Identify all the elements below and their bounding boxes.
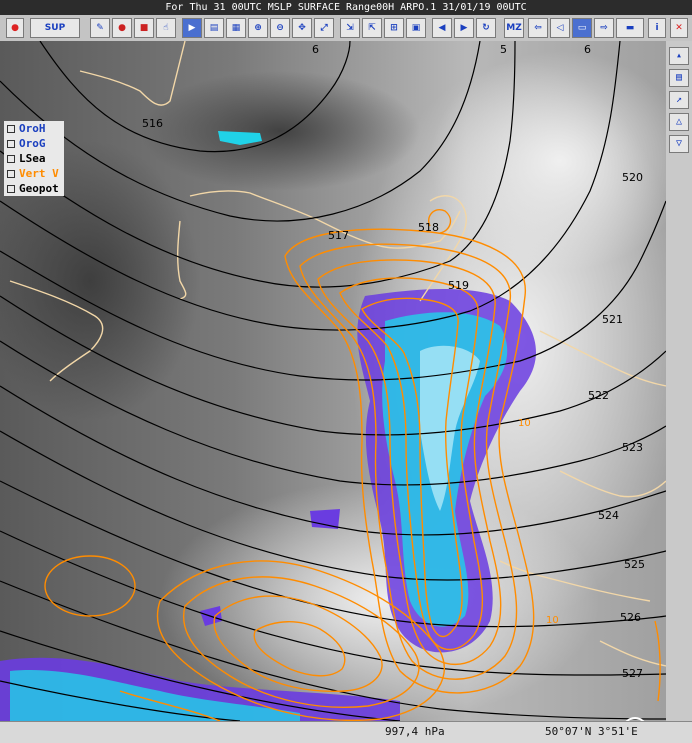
panel-triangle-down-icon[interactable]: ▽ — [669, 135, 689, 153]
clear-sky-area — [140, 71, 420, 191]
window-icon[interactable]: ▣ — [406, 18, 426, 38]
legend-item-vertv[interactable]: Vert V — [4, 166, 64, 181]
legend-label: Geopot — [19, 182, 59, 195]
layer-legend: OroH OroG LSea Vert V Geopot — [4, 121, 64, 196]
checkbox-icon[interactable] — [7, 140, 15, 148]
battery-icon[interactable]: ▬ — [616, 18, 644, 38]
right-toolbar: ▴ ▤ ↗ △ ▽ — [666, 41, 692, 721]
contour-label: 517 — [328, 229, 349, 242]
mz-button-label: MZ — [506, 23, 522, 33]
surface-button-label: SUP — [44, 23, 66, 33]
legend-label: Vert V — [19, 167, 59, 180]
mz-button[interactable]: MZ — [504, 18, 524, 38]
grid-icon[interactable]: ▦ — [226, 18, 246, 38]
layers-icon[interactable]: ▤ — [204, 18, 224, 38]
info-icon[interactable]: i — [648, 18, 666, 38]
map-canvas: 516 517 518 519 520 521 522 523 524 525 … — [0, 41, 666, 721]
expand-icon[interactable]: ⇲ — [340, 18, 360, 38]
loop-icon[interactable]: ↻ — [476, 18, 496, 38]
pan-icon[interactable]: ✥ — [292, 18, 312, 38]
precip-patch — [310, 509, 340, 529]
play-icon[interactable]: ▶ — [182, 18, 202, 38]
stop-icon[interactable]: ■ — [134, 18, 154, 38]
contract-icon[interactable]: ⇱ — [362, 18, 382, 38]
pressure-readout: 997,4 hPa — [385, 725, 445, 738]
contour-label: 522 — [588, 389, 609, 402]
legend-item-lsea[interactable]: LSea — [4, 151, 64, 166]
contour-label: 521 — [602, 313, 623, 326]
weather-map[interactable]: 516 517 518 519 520 521 522 523 524 525 … — [0, 41, 666, 721]
contour-label: 518 — [418, 221, 439, 234]
status-bar: 997,4 hPa 50°07'N 3°51'E — [0, 721, 692, 743]
checkbox-icon[interactable] — [7, 155, 15, 163]
vv-label: 10 — [546, 615, 559, 626]
close-icon[interactable]: ● — [6, 18, 24, 38]
legend-label: LSea — [19, 152, 46, 165]
contour-label: 519 — [448, 279, 469, 292]
surface-button[interactable]: SUP — [30, 18, 80, 38]
record-icon[interactable]: ● — [112, 18, 132, 38]
quit-icon[interactable]: ✕ — [670, 18, 688, 38]
zoom-in-icon[interactable]: ⊕ — [248, 18, 268, 38]
contour-label: 527 — [622, 667, 643, 680]
legend-item-oroh[interactable]: OroH — [4, 121, 64, 136]
pointer-icon[interactable]: ☝ — [156, 18, 176, 38]
window-title: For Thu 31 00UTC MSLP SURFACE Range00H A… — [0, 0, 692, 15]
legend-item-orog[interactable]: OroG — [4, 136, 64, 151]
vv-label: 10 — [518, 418, 531, 429]
app-window: For Thu 31 00UTC MSLP SURFACE Range00H A… — [0, 0, 692, 743]
edit-icon[interactable]: ✎ — [90, 18, 110, 38]
display-icon[interactable]: ▭ — [572, 18, 592, 38]
contour-label: 520 — [622, 171, 643, 184]
contour-label: 525 — [624, 558, 645, 571]
contour-label: 6 — [312, 43, 319, 56]
toolbar: ● SUP ✎ ● ■ ☝ ▶ ▤ ▦ ⊕ ⊖ ✥ ⤢ ⇲ ⇱ ⊞ ▣ ◀ ▶ … — [0, 15, 692, 41]
contour-label: 516 — [142, 117, 163, 130]
contour-label: 524 — [598, 509, 619, 522]
rewind-icon[interactable]: ◀ — [432, 18, 452, 38]
coordinate-readout: 50°07'N 3°51'E — [545, 725, 638, 738]
contour-label: 523 — [622, 441, 643, 454]
checkbox-icon[interactable] — [7, 125, 15, 133]
forward-icon[interactable]: ▶ — [454, 18, 474, 38]
checkbox-icon[interactable] — [7, 170, 15, 178]
legend-item-geopot[interactable]: Geopot — [4, 181, 64, 196]
fit-icon[interactable]: ⤢ — [314, 18, 334, 38]
panel-arrow-icon[interactable]: ↗ — [669, 91, 689, 109]
legend-label: OroG — [19, 137, 46, 150]
panel-layers-icon[interactable]: ▤ — [669, 69, 689, 87]
arrow-left-icon[interactable]: ⇦ — [528, 18, 548, 38]
contour-label: 5 — [500, 43, 507, 56]
panel-up-icon[interactable]: ▴ — [669, 47, 689, 65]
contour-label: 526 — [620, 611, 641, 624]
zoom-out-icon[interactable]: ⊖ — [270, 18, 290, 38]
arrow-right-icon[interactable]: ⇨ — [594, 18, 614, 38]
speaker-icon[interactable]: ◁ — [550, 18, 570, 38]
panel-triangle-up-icon[interactable]: △ — [669, 113, 689, 131]
contour-label: 6 — [584, 43, 591, 56]
checkbox-icon[interactable] — [7, 185, 15, 193]
split-icon[interactable]: ⊞ — [384, 18, 404, 38]
legend-label: OroH — [19, 122, 46, 135]
